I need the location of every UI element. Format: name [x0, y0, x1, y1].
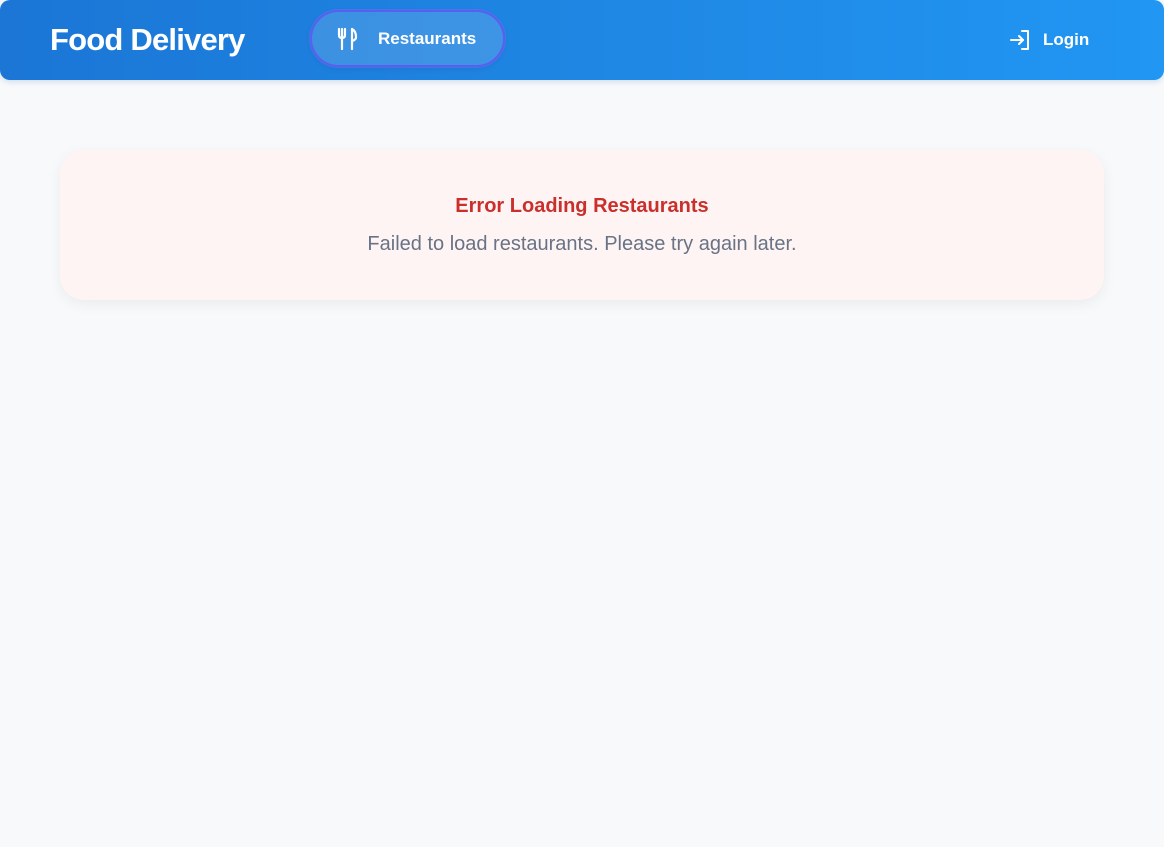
login-icon	[1010, 30, 1029, 50]
brand-logo-text[interactable]: Food Delivery	[50, 21, 245, 59]
top-navbar: Food Delivery Restaurants Login	[0, 0, 1164, 80]
restaurants-nav-label: Restaurants	[378, 29, 477, 48]
fork-knife-icon	[337, 27, 358, 51]
error-card: Error Loading Restaurants Failed to load…	[60, 150, 1104, 300]
login-button[interactable]: Login	[1008, 28, 1089, 52]
login-label: Login	[1043, 30, 1090, 49]
restaurants-nav-button[interactable]: Restaurants	[310, 10, 505, 67]
error-title: Error Loading Restaurants	[455, 195, 709, 217]
error-message: Failed to load restaurants. Please try a…	[367, 233, 797, 255]
